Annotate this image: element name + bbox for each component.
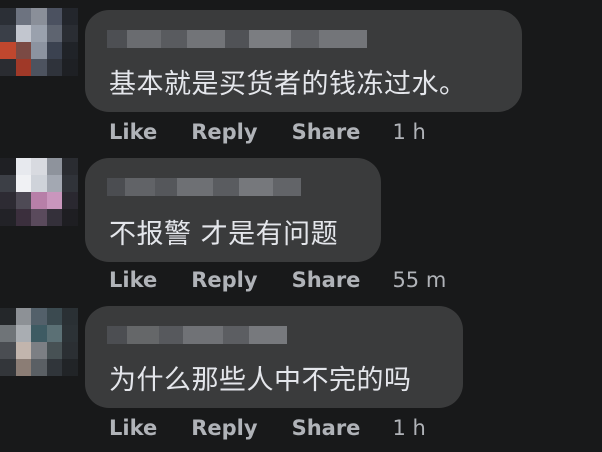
avatar-pixel: [15, 8, 32, 25]
avatar-pixel: [62, 158, 78, 175]
avatar-pixel: [62, 308, 78, 325]
avatar-pixel: [0, 8, 16, 25]
avatar-pixel: [62, 25, 78, 42]
avatar-pixel: [0, 325, 16, 342]
avatar-pixel: [31, 325, 47, 342]
avatar-pixel: [15, 209, 32, 226]
comment-timestamp[interactable]: 55 m: [392, 268, 446, 292]
avatar-pixel: [31, 192, 47, 209]
avatar-pixel: [62, 209, 78, 226]
comment-actions: Like Reply Share 1 h: [109, 117, 426, 147]
avatar-pixel: [46, 325, 63, 342]
reply-button[interactable]: Reply: [191, 120, 257, 144]
avatar-pixel: [46, 342, 63, 359]
avatar-pixel: [46, 42, 63, 59]
avatar-pixel: [0, 42, 16, 59]
avatar-pixel: [0, 342, 16, 359]
avatar-pixel: [31, 59, 47, 76]
avatar-pixel: [15, 59, 32, 76]
comment-timestamp[interactable]: 1 h: [392, 120, 425, 144]
avatar-pixel: [46, 359, 63, 376]
avatar-pixel: [0, 158, 16, 175]
comment-text: 为什么那些人中不完的吗: [109, 365, 412, 396]
avatar-pixel: [15, 325, 32, 342]
avatar[interactable]: [0, 308, 78, 376]
avatar-pixel: [46, 8, 63, 25]
avatar-pixel: [62, 42, 78, 59]
avatar-pixel: [46, 25, 63, 42]
avatar-pixel: [62, 8, 78, 25]
avatar-pixel: [46, 59, 63, 76]
avatar-pixel: [15, 42, 32, 59]
comment-text: 不报警 才是有问题: [109, 219, 339, 250]
comment-item: 基本就是买货者的钱冻过水。 Like Reply Share 1 h: [0, 0, 602, 148]
avatar-pixel: [0, 209, 16, 226]
avatar-pixel: [46, 308, 63, 325]
avatar-pixel: [15, 175, 32, 192]
avatar-pixel: [31, 42, 47, 59]
avatar-pixel: [46, 192, 63, 209]
share-button[interactable]: Share: [292, 416, 361, 440]
comment-text: 基本就是买货者的钱冻过水。: [109, 69, 467, 100]
avatar-pixel: [62, 359, 78, 376]
avatar-pixel: [62, 325, 78, 342]
avatar-pixel: [31, 175, 47, 192]
avatar-pixel: [46, 158, 63, 175]
share-button[interactable]: Share: [292, 120, 361, 144]
comment-bubble: 为什么那些人中不完的吗: [85, 306, 463, 408]
avatar-pixel: [31, 342, 47, 359]
avatar-pixel: [0, 59, 16, 76]
avatar-pixel: [62, 342, 78, 359]
author-name-blurred[interactable]: [107, 172, 301, 202]
like-button[interactable]: Like: [109, 268, 157, 292]
avatar[interactable]: [0, 8, 78, 76]
comment-bubble: 基本就是买货者的钱冻过水。: [85, 10, 522, 112]
avatar-pixel: [0, 25, 16, 42]
avatar-pixel: [31, 308, 47, 325]
avatar-pixel: [62, 192, 78, 209]
avatar-pixel: [46, 175, 63, 192]
comment-timestamp[interactable]: 1 h: [392, 416, 425, 440]
comment-actions: Like Reply Share 1 h: [109, 413, 426, 443]
comment-item: 不报警 才是有问题 Like Reply Share 55 m: [0, 148, 602, 296]
avatar-pixel: [15, 308, 32, 325]
avatar-pixel: [0, 308, 16, 325]
avatar-pixel: [15, 342, 32, 359]
avatar-pixel: [62, 59, 78, 76]
avatar-pixel: [15, 25, 32, 42]
avatar-pixel: [15, 192, 32, 209]
comment-item: 为什么那些人中不完的吗 Like Reply Share 1 h: [0, 296, 602, 444]
avatar-pixel: [0, 175, 16, 192]
comment-actions: Like Reply Share 55 m: [109, 265, 446, 295]
avatar-pixel: [0, 359, 16, 376]
avatar-pixel: [0, 192, 16, 209]
avatar-pixel: [31, 359, 47, 376]
avatar-pixel: [31, 8, 47, 25]
avatar-pixel: [15, 158, 32, 175]
author-name-blurred[interactable]: [107, 320, 287, 350]
avatar-pixel: [46, 209, 63, 226]
reply-button[interactable]: Reply: [191, 416, 257, 440]
avatar-pixel: [31, 158, 47, 175]
reply-button[interactable]: Reply: [191, 268, 257, 292]
like-button[interactable]: Like: [109, 416, 157, 440]
avatar-pixel: [31, 25, 47, 42]
author-name-blurred[interactable]: [107, 24, 367, 54]
avatar[interactable]: [0, 158, 78, 226]
comment-bubble: 不报警 才是有问题: [85, 158, 381, 262]
avatar-pixel: [31, 209, 47, 226]
like-button[interactable]: Like: [109, 120, 157, 144]
share-button[interactable]: Share: [292, 268, 361, 292]
avatar-pixel: [15, 359, 32, 376]
avatar-pixel: [62, 175, 78, 192]
